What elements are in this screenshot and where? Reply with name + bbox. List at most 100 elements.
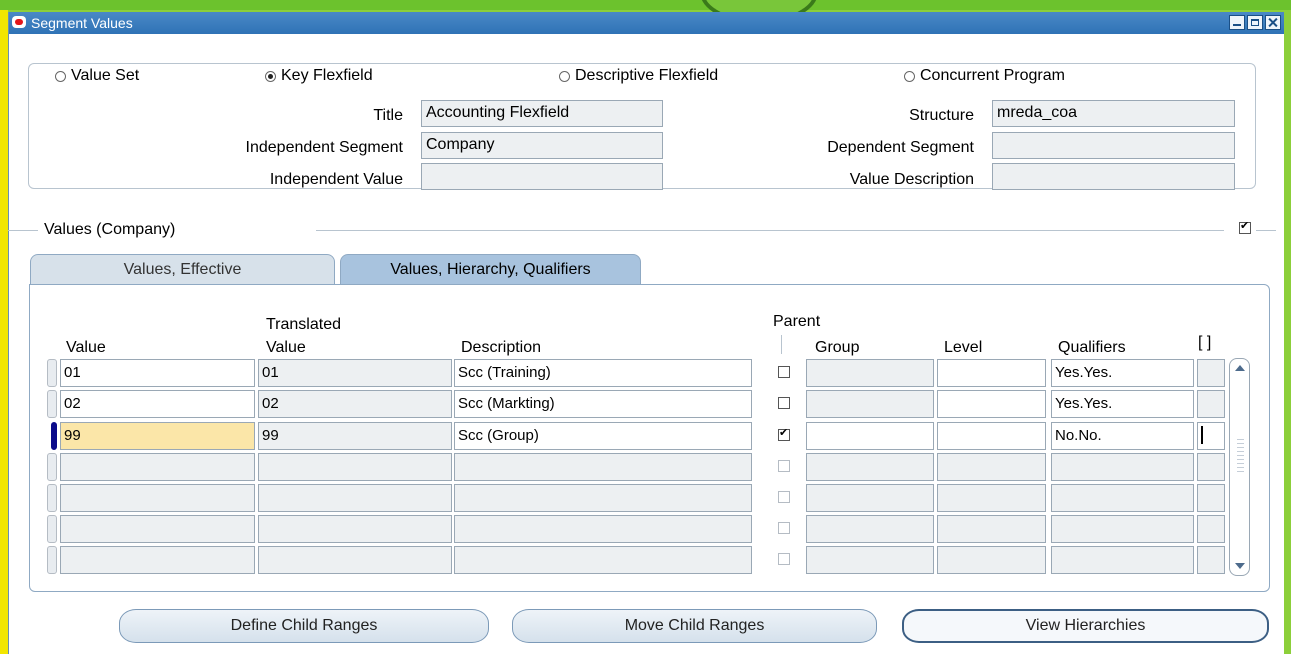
description-cell[interactable]: [454, 453, 752, 481]
scroll-up-icon[interactable]: [1235, 365, 1245, 371]
current-row-indicator[interactable]: [51, 422, 57, 450]
independent-segment-field[interactable]: Company: [421, 132, 663, 159]
column-header-group: Group: [815, 339, 860, 356]
view-hierarchies-button[interactable]: View Hierarchies: [902, 609, 1269, 643]
radio-concurrent-program[interactable]: Concurrent Program: [901, 67, 1068, 85]
define-child-ranges-button[interactable]: Define Child Ranges: [119, 609, 489, 643]
radio-concurrent-program-circle[interactable]: [904, 70, 915, 82]
extra-cell[interactable]: [1197, 453, 1225, 481]
row-indicator[interactable]: [47, 453, 57, 481]
values-section-label: Values (Company): [44, 221, 176, 238]
parent-checkbox[interactable]: [778, 460, 790, 472]
radio-key-flexfield-circle[interactable]: [265, 70, 276, 82]
row-indicator[interactable]: [47, 546, 57, 574]
row-indicator[interactable]: [47, 484, 57, 512]
radio-value-set-circle[interactable]: [55, 70, 66, 82]
row-indicator[interactable]: [47, 359, 57, 387]
qualifiers-cell[interactable]: [1051, 515, 1194, 543]
independent-value-field[interactable]: [421, 163, 663, 190]
value-cell[interactable]: 99: [60, 422, 255, 450]
dependent-segment-field[interactable]: [992, 132, 1235, 159]
group-cell[interactable]: [806, 546, 934, 574]
column-header-value: Value: [66, 339, 106, 356]
qualifiers-cell[interactable]: [1051, 484, 1194, 512]
qualifiers-cell[interactable]: No.No.: [1051, 422, 1194, 450]
row-indicator[interactable]: [47, 390, 57, 418]
extra-cell[interactable]: [1197, 546, 1225, 574]
structure-field[interactable]: mreda_coa: [992, 100, 1235, 127]
parent-checkbox[interactable]: [778, 426, 790, 441]
level-cell[interactable]: [937, 390, 1046, 418]
row-indicator[interactable]: [47, 515, 57, 543]
parent-checkbox[interactable]: [778, 366, 790, 378]
qualifiers-cell[interactable]: Yes.Yes.: [1051, 390, 1194, 418]
section-divider-right: [316, 230, 1224, 231]
title-field[interactable]: Accounting Flexfield: [421, 100, 663, 127]
description-cell[interactable]: Scc (Markting): [454, 390, 752, 418]
window-title-bar[interactable]: Segment Values: [9, 12, 1284, 34]
text-cursor: [1201, 426, 1203, 444]
description-cell[interactable]: [454, 484, 752, 512]
value-description-field[interactable]: [992, 163, 1235, 190]
radio-key-flexfield[interactable]: Key Flexfield: [262, 67, 376, 85]
move-child-ranges-button[interactable]: Move Child Ranges: [512, 609, 877, 643]
level-cell[interactable]: [937, 422, 1046, 450]
radio-descriptive-flexfield-circle[interactable]: [559, 70, 570, 82]
value-cell[interactable]: [60, 515, 255, 543]
description-cell[interactable]: Scc (Training): [454, 359, 752, 387]
translated-value-cell[interactable]: 02: [258, 390, 452, 418]
column-header-qualifiers: Qualifiers: [1058, 339, 1126, 356]
minimize-icon[interactable]: [1229, 15, 1245, 30]
level-cell[interactable]: [937, 453, 1046, 481]
group-cell[interactable]: [806, 359, 934, 387]
extra-cell[interactable]: [1197, 484, 1225, 512]
structure-label: Structure: [909, 107, 974, 124]
group-cell[interactable]: [806, 453, 934, 481]
extra-cell[interactable]: [1197, 515, 1225, 543]
translated-value-cell[interactable]: [258, 453, 452, 481]
qualifiers-cell[interactable]: [1051, 453, 1194, 481]
value-cell[interactable]: [60, 484, 255, 512]
group-cell[interactable]: [806, 422, 934, 450]
group-cell[interactable]: [806, 515, 934, 543]
parent-checkbox[interactable]: [778, 491, 790, 503]
level-cell[interactable]: [937, 359, 1046, 387]
group-cell[interactable]: [806, 484, 934, 512]
scroll-down-icon[interactable]: [1235, 563, 1245, 569]
translated-value-cell[interactable]: 01: [258, 359, 452, 387]
parent-checkbox[interactable]: [778, 553, 790, 565]
translated-value-cell[interactable]: 99: [258, 422, 452, 450]
column-header-translated: Translated: [266, 316, 341, 333]
radio-descriptive-flexfield[interactable]: Descriptive Flexfield: [556, 67, 722, 85]
maximize-icon[interactable]: [1247, 15, 1263, 30]
description-cell[interactable]: [454, 546, 752, 574]
description-cell[interactable]: [454, 515, 752, 543]
level-cell[interactable]: [937, 546, 1046, 574]
qualifiers-cell[interactable]: [1051, 546, 1194, 574]
translated-value-cell[interactable]: [258, 515, 452, 543]
level-cell[interactable]: [937, 484, 1046, 512]
parent-checkbox[interactable]: [778, 522, 790, 534]
translated-value-cell[interactable]: [258, 484, 452, 512]
value-cell[interactable]: [60, 453, 255, 481]
value-cell[interactable]: 01: [60, 359, 255, 387]
column-header-translated-value: Value: [266, 339, 306, 356]
extra-cell[interactable]: [1197, 359, 1225, 387]
level-cell[interactable]: [937, 515, 1046, 543]
scroll-grip-icon[interactable]: [1237, 439, 1244, 473]
close-icon[interactable]: [1265, 15, 1281, 30]
qualifiers-cell[interactable]: Yes.Yes.: [1051, 359, 1194, 387]
parent-checkbox[interactable]: [778, 397, 790, 409]
group-cell[interactable]: [806, 390, 934, 418]
radio-concurrent-program-label: Concurrent Program: [920, 67, 1065, 84]
description-cell[interactable]: Scc (Group): [454, 422, 752, 450]
values-section-checkbox[interactable]: [1239, 219, 1251, 234]
tab-values-hierarchy-qualifiers[interactable]: Values, Hierarchy, Qualifiers: [340, 254, 641, 284]
vertical-scrollbar[interactable]: [1229, 358, 1250, 576]
radio-value-set[interactable]: Value Set: [52, 67, 143, 85]
value-cell[interactable]: [60, 546, 255, 574]
extra-cell[interactable]: [1197, 390, 1225, 418]
translated-value-cell[interactable]: [258, 546, 452, 574]
tab-values-effective[interactable]: Values, Effective: [30, 254, 335, 284]
value-cell[interactable]: 02: [60, 390, 255, 418]
